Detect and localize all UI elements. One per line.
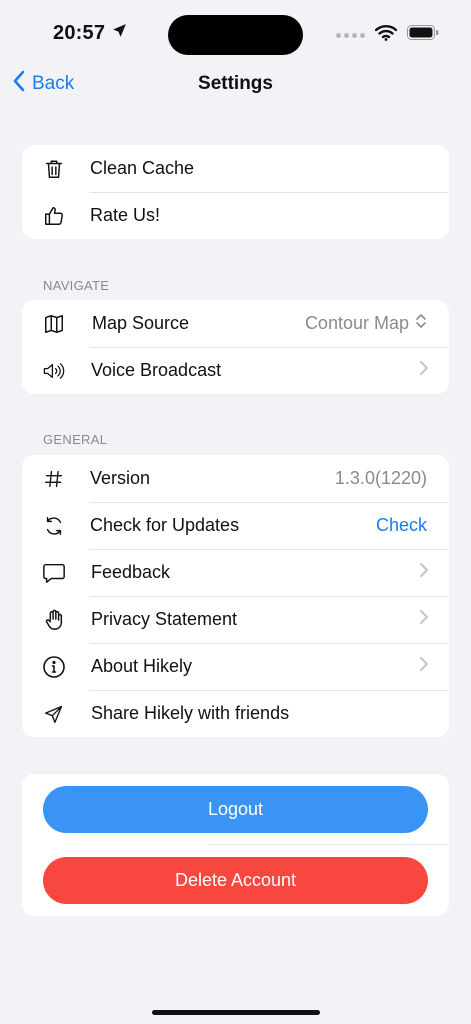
cellular-signal-icon <box>336 32 365 38</box>
clean-cache-row[interactable]: Clean Cache <box>22 145 449 192</box>
share-hikely-label: Share Hikely with friends <box>91 703 290 723</box>
rate-us-row[interactable]: Rate Us! <box>22 192 449 239</box>
info-icon <box>42 655 66 679</box>
general-section-header: GENERAL <box>43 432 108 447</box>
clean-cache-label: Clean Cache <box>90 158 195 178</box>
check-updates-row[interactable]: Check for Updates Check <box>22 502 449 549</box>
map-source-value: Contour Map <box>304 313 409 333</box>
hash-icon <box>42 467 66 491</box>
location-arrow-icon <box>111 22 128 45</box>
map-source-select[interactable]: Contour Map <box>305 313 427 334</box>
status-time: 20:57 <box>53 22 106 44</box>
account-group: Logout Delete Account <box>22 774 449 916</box>
check-updates-label: Check for Updates <box>90 515 240 535</box>
about-hikely-row[interactable]: About Hikely <box>22 643 449 690</box>
chat-bubble-icon <box>42 561 66 585</box>
chevron-right-icon <box>419 656 429 677</box>
home-indicator <box>152 1010 320 1015</box>
hand-icon <box>42 608 66 632</box>
delete-account-button[interactable]: Delete Account <box>43 857 428 904</box>
chevron-right-icon <box>419 562 429 583</box>
navigate-group: Map Source Contour Map Voice Broadcast <box>22 300 449 394</box>
general-actions-group: Clean Cache Rate Us! <box>22 145 449 239</box>
divider <box>207 844 449 845</box>
share-hikely-row[interactable]: Share Hikely with friends <box>22 690 449 737</box>
chevron-right-icon <box>419 360 429 381</box>
send-icon <box>42 702 66 726</box>
version-label: Version <box>90 468 151 488</box>
privacy-statement-label: Privacy Statement <box>91 609 238 629</box>
page-title: Settings <box>198 73 273 94</box>
chevron-up-down-icon <box>415 313 427 334</box>
privacy-statement-row[interactable]: Privacy Statement <box>22 596 449 643</box>
trash-icon <box>42 157 66 181</box>
feedback-label: Feedback <box>91 562 171 582</box>
wifi-icon <box>374 24 398 46</box>
battery-icon <box>407 25 439 45</box>
chevron-right-icon <box>419 609 429 630</box>
check-button[interactable]: Check <box>376 515 427 536</box>
map-source-label: Map Source <box>92 313 190 333</box>
navigate-section-header: NAVIGATE <box>43 278 110 293</box>
feedback-row[interactable]: Feedback <box>22 549 449 596</box>
rate-us-label: Rate Us! <box>90 205 161 225</box>
version-value: 1.3.0(1220) <box>334 468 427 488</box>
thumbs-up-icon <box>42 204 66 228</box>
voice-broadcast-row[interactable]: Voice Broadcast <box>22 347 449 394</box>
about-hikely-label: About Hikely <box>91 656 193 676</box>
version-row: Version 1.3.0(1220) <box>22 455 449 502</box>
speaker-icon <box>42 359 66 383</box>
map-source-row[interactable]: Map Source Contour Map <box>22 300 449 347</box>
voice-broadcast-label: Voice Broadcast <box>91 360 222 380</box>
map-icon <box>42 312 66 336</box>
refresh-icon <box>42 514 66 538</box>
dynamic-island <box>168 15 303 55</box>
navigation-bar: Back Settings <box>0 66 471 102</box>
general-group: Version 1.3.0(1220) Check for Updates Ch… <box>22 455 449 737</box>
logout-button[interactable]: Logout <box>43 786 428 833</box>
